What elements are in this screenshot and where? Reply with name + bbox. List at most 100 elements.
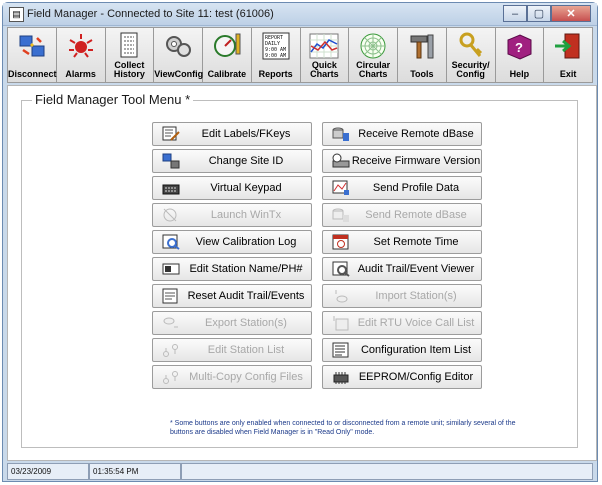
button-label: View Calibration Log	[195, 236, 297, 248]
reports-icon: REPORT DAILY 9:00 AM 9:00 AM	[262, 32, 290, 60]
security-config-icon	[459, 32, 482, 57]
button-label: Configuration Item List	[360, 344, 472, 356]
toolbar-button-reports[interactable]: REPORT DAILY 9:00 AM 9:00 AM Reports	[252, 28, 301, 82]
toolbar-label: Quick Charts	[310, 60, 339, 79]
status-time: 01:35:54 PM	[89, 463, 181, 480]
button-label: Launch WinTx	[210, 209, 282, 221]
multi-copy-config-files-button[interactable]: Multi-Copy Config Files	[152, 365, 312, 389]
eeprom-icon	[331, 368, 351, 386]
maximize-button[interactable]: ▢	[527, 5, 551, 22]
toolbar-label: ViewConfig	[154, 69, 204, 79]
button-label: EEPROM/Config Editor	[358, 371, 474, 383]
toolbar-label: Disconnect	[8, 69, 57, 79]
exit-icon	[555, 33, 580, 59]
toolbar-label: Reports	[258, 69, 293, 79]
send-profile-icon	[331, 179, 351, 197]
import-icon	[331, 287, 351, 305]
button-label: Import Station(s)	[375, 290, 457, 302]
button-label: Export Station(s)	[205, 317, 287, 329]
alarms-icon	[68, 34, 93, 58]
button-label: Virtual Keypad	[210, 182, 282, 194]
toolbar-button-tools[interactable]: Tools	[398, 28, 447, 82]
close-button[interactable]: ✕	[551, 5, 591, 22]
button-label: Edit RTU Voice Call List	[357, 317, 475, 329]
toolbar-button-security-config[interactable]: Security/ Config	[447, 28, 496, 82]
calibrate-icon	[213, 33, 241, 57]
toolbar-button-collect-history[interactable]: Collect History	[106, 28, 155, 82]
toolbar-button-calibrate[interactable]: Calibrate	[203, 28, 252, 82]
toolbar-button-circular-charts[interactable]: Circular Charts	[349, 28, 398, 82]
toolbar-label: Circular Charts	[356, 60, 391, 79]
view-config-icon	[166, 36, 192, 57]
edit-rtu-voice-call-list-button[interactable]: Edit RTU Voice Call List	[322, 311, 482, 335]
send-profile-data-button[interactable]: Send Profile Data	[322, 176, 482, 200]
reset-audit-trail-button[interactable]: Reset Audit Trail/Events	[152, 284, 312, 308]
edit-labels-icon	[161, 125, 181, 143]
send-dbase-icon	[331, 206, 351, 224]
import-stations-button[interactable]: Import Station(s)	[322, 284, 482, 308]
edit-station-list-button[interactable]: Edit Station List	[152, 338, 312, 362]
app-window: ▤ Field Manager - Connected to Site 11: …	[2, 2, 598, 482]
minimize-button[interactable]: –	[503, 5, 527, 22]
toolbar-button-exit[interactable]: Exit	[544, 28, 592, 82]
toolbar-button-alarms[interactable]: Alarms	[57, 28, 106, 82]
receive-remote-dbase-button[interactable]: Receive Remote dBase	[322, 122, 482, 146]
tools-icon	[410, 34, 434, 59]
change-site-id-button[interactable]: Change Site ID	[152, 149, 312, 173]
toolbar-label: Collect History	[113, 60, 145, 79]
button-label: Receive Firmware Version	[351, 155, 481, 167]
button-label: Change Site ID	[208, 155, 284, 167]
window-controls: – ▢ ✕	[503, 5, 591, 22]
station-name-icon	[161, 260, 181, 278]
tool-menu-title: Field Manager Tool Menu *	[32, 92, 194, 107]
toolbar-label: Help	[509, 69, 530, 79]
button-label: Reset Audit Trail/Events	[187, 290, 305, 302]
change-site-id-icon	[161, 152, 181, 170]
station-list-icon	[161, 341, 181, 359]
virtual-keypad-button[interactable]: Virtual Keypad	[152, 176, 312, 200]
button-label: Edit Labels/FKeys	[201, 128, 291, 140]
status-date: 03/23/2009	[7, 463, 89, 480]
quick-charts-icon	[309, 33, 339, 59]
keypad-icon	[161, 179, 181, 197]
status-spacer	[181, 463, 593, 480]
collect-history-icon	[120, 32, 138, 58]
eeprom-config-editor-button[interactable]: EEPROM/Config Editor	[322, 365, 482, 389]
export-stations-button[interactable]: Export Station(s)	[152, 311, 312, 335]
toolbar-button-help[interactable]: ? Help	[496, 28, 545, 82]
button-label: Set Remote Time	[373, 236, 459, 248]
window-title: Field Manager - Connected to Site 11: te…	[27, 8, 274, 20]
receive-firmware-version-button[interactable]: Receive Firmware Version	[322, 149, 482, 173]
tool-menu-group: Field Manager Tool Menu * Edit Labels/FK…	[21, 92, 578, 448]
export-icon	[161, 314, 181, 332]
receive-dbase-icon	[331, 125, 351, 143]
button-label: Send Profile Data	[372, 182, 460, 194]
svg-text:9:00 AM: 9:00 AM	[265, 53, 286, 59]
calendar-clock-icon	[331, 233, 351, 251]
set-remote-time-button[interactable]: Set Remote Time	[322, 230, 482, 254]
main-panel: Field Manager Tool Menu * Edit Labels/FK…	[7, 85, 597, 461]
voice-call-icon	[331, 314, 351, 332]
toolbar-button-quick-charts[interactable]: Quick Charts	[301, 28, 350, 82]
configuration-item-list-button[interactable]: Configuration Item List	[322, 338, 482, 362]
circular-charts-icon	[360, 33, 386, 59]
send-remote-dbase-button[interactable]: Send Remote dBase	[322, 203, 482, 227]
title-bar[interactable]: ▤ Field Manager - Connected to Site 11: …	[3, 3, 597, 26]
audit-viewer-icon	[331, 260, 351, 278]
main-toolbar: Disconnect Alarms Collect History ViewCo…	[7, 27, 593, 83]
multi-copy-icon	[161, 368, 181, 386]
button-label: Audit Trail/Event Viewer	[357, 263, 475, 275]
calibration-log-icon	[161, 233, 181, 251]
toolbar-button-disconnect[interactable]: Disconnect	[8, 28, 57, 82]
toolbar-label: Tools	[410, 69, 434, 79]
audit-trail-viewer-button[interactable]: Audit Trail/Event Viewer	[322, 257, 482, 281]
firmware-icon	[331, 152, 351, 170]
footnote: * Some buttons are only enabled when con…	[170, 420, 516, 436]
launch-wintx-button[interactable]: Launch WinTx	[152, 203, 312, 227]
toolbar-button-view-config[interactable]: ViewConfig	[154, 28, 203, 82]
edit-labels-button[interactable]: Edit Labels/FKeys	[152, 122, 312, 146]
disconnect-icon	[19, 35, 45, 57]
edit-station-name-button[interactable]: Edit Station Name/PH#	[152, 257, 312, 281]
view-calibration-log-button[interactable]: View Calibration Log	[152, 230, 312, 254]
toolbar-label: Calibrate	[207, 69, 247, 79]
